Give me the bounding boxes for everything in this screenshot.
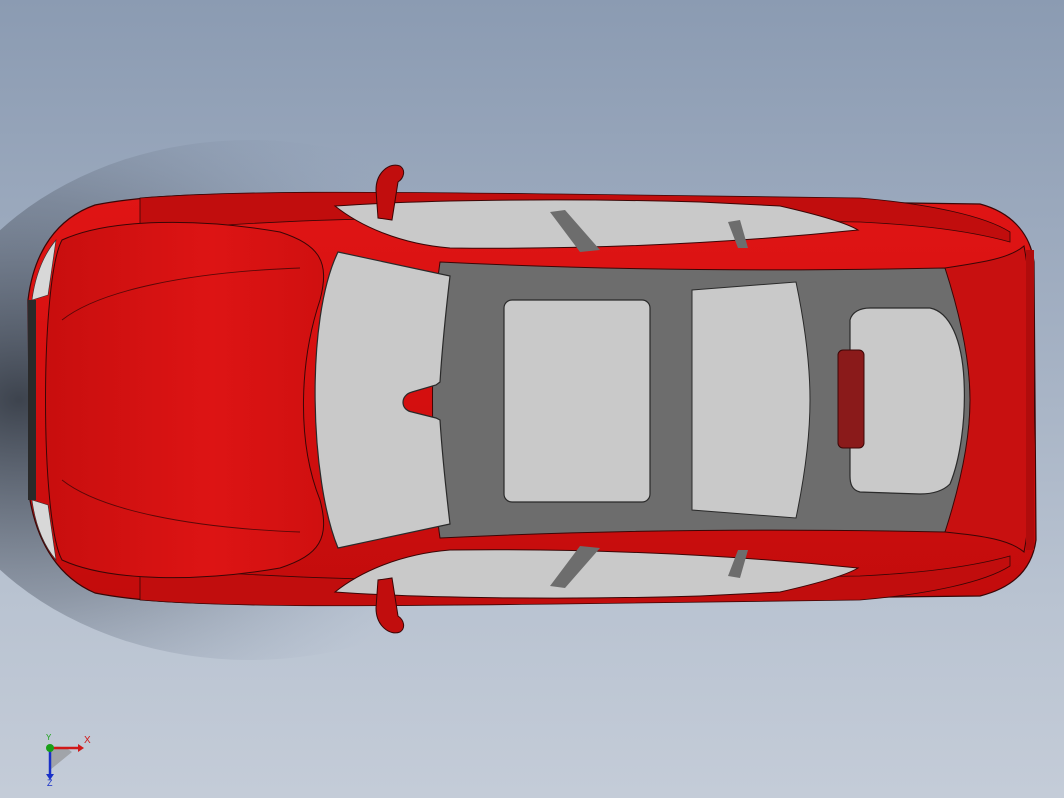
coordinate-triad: X Y Z xyxy=(38,732,98,788)
hood[interactable] xyxy=(45,221,325,579)
rear-bumper xyxy=(1026,250,1034,550)
z-axis-label: Z xyxy=(47,778,53,788)
x-axis-label: X xyxy=(84,735,91,746)
third-brake-light xyxy=(837,349,865,449)
sunroof-panel[interactable] xyxy=(503,299,651,503)
rear-roof-glass[interactable] xyxy=(691,281,811,519)
graphics-viewport[interactable]: X Y Z xyxy=(0,0,1064,798)
y-axis-dot xyxy=(46,744,54,752)
car-model-top-view[interactable] xyxy=(0,0,1064,798)
y-axis-label: Y xyxy=(46,733,52,742)
front-grille xyxy=(28,300,36,500)
rear-window[interactable] xyxy=(849,307,965,495)
